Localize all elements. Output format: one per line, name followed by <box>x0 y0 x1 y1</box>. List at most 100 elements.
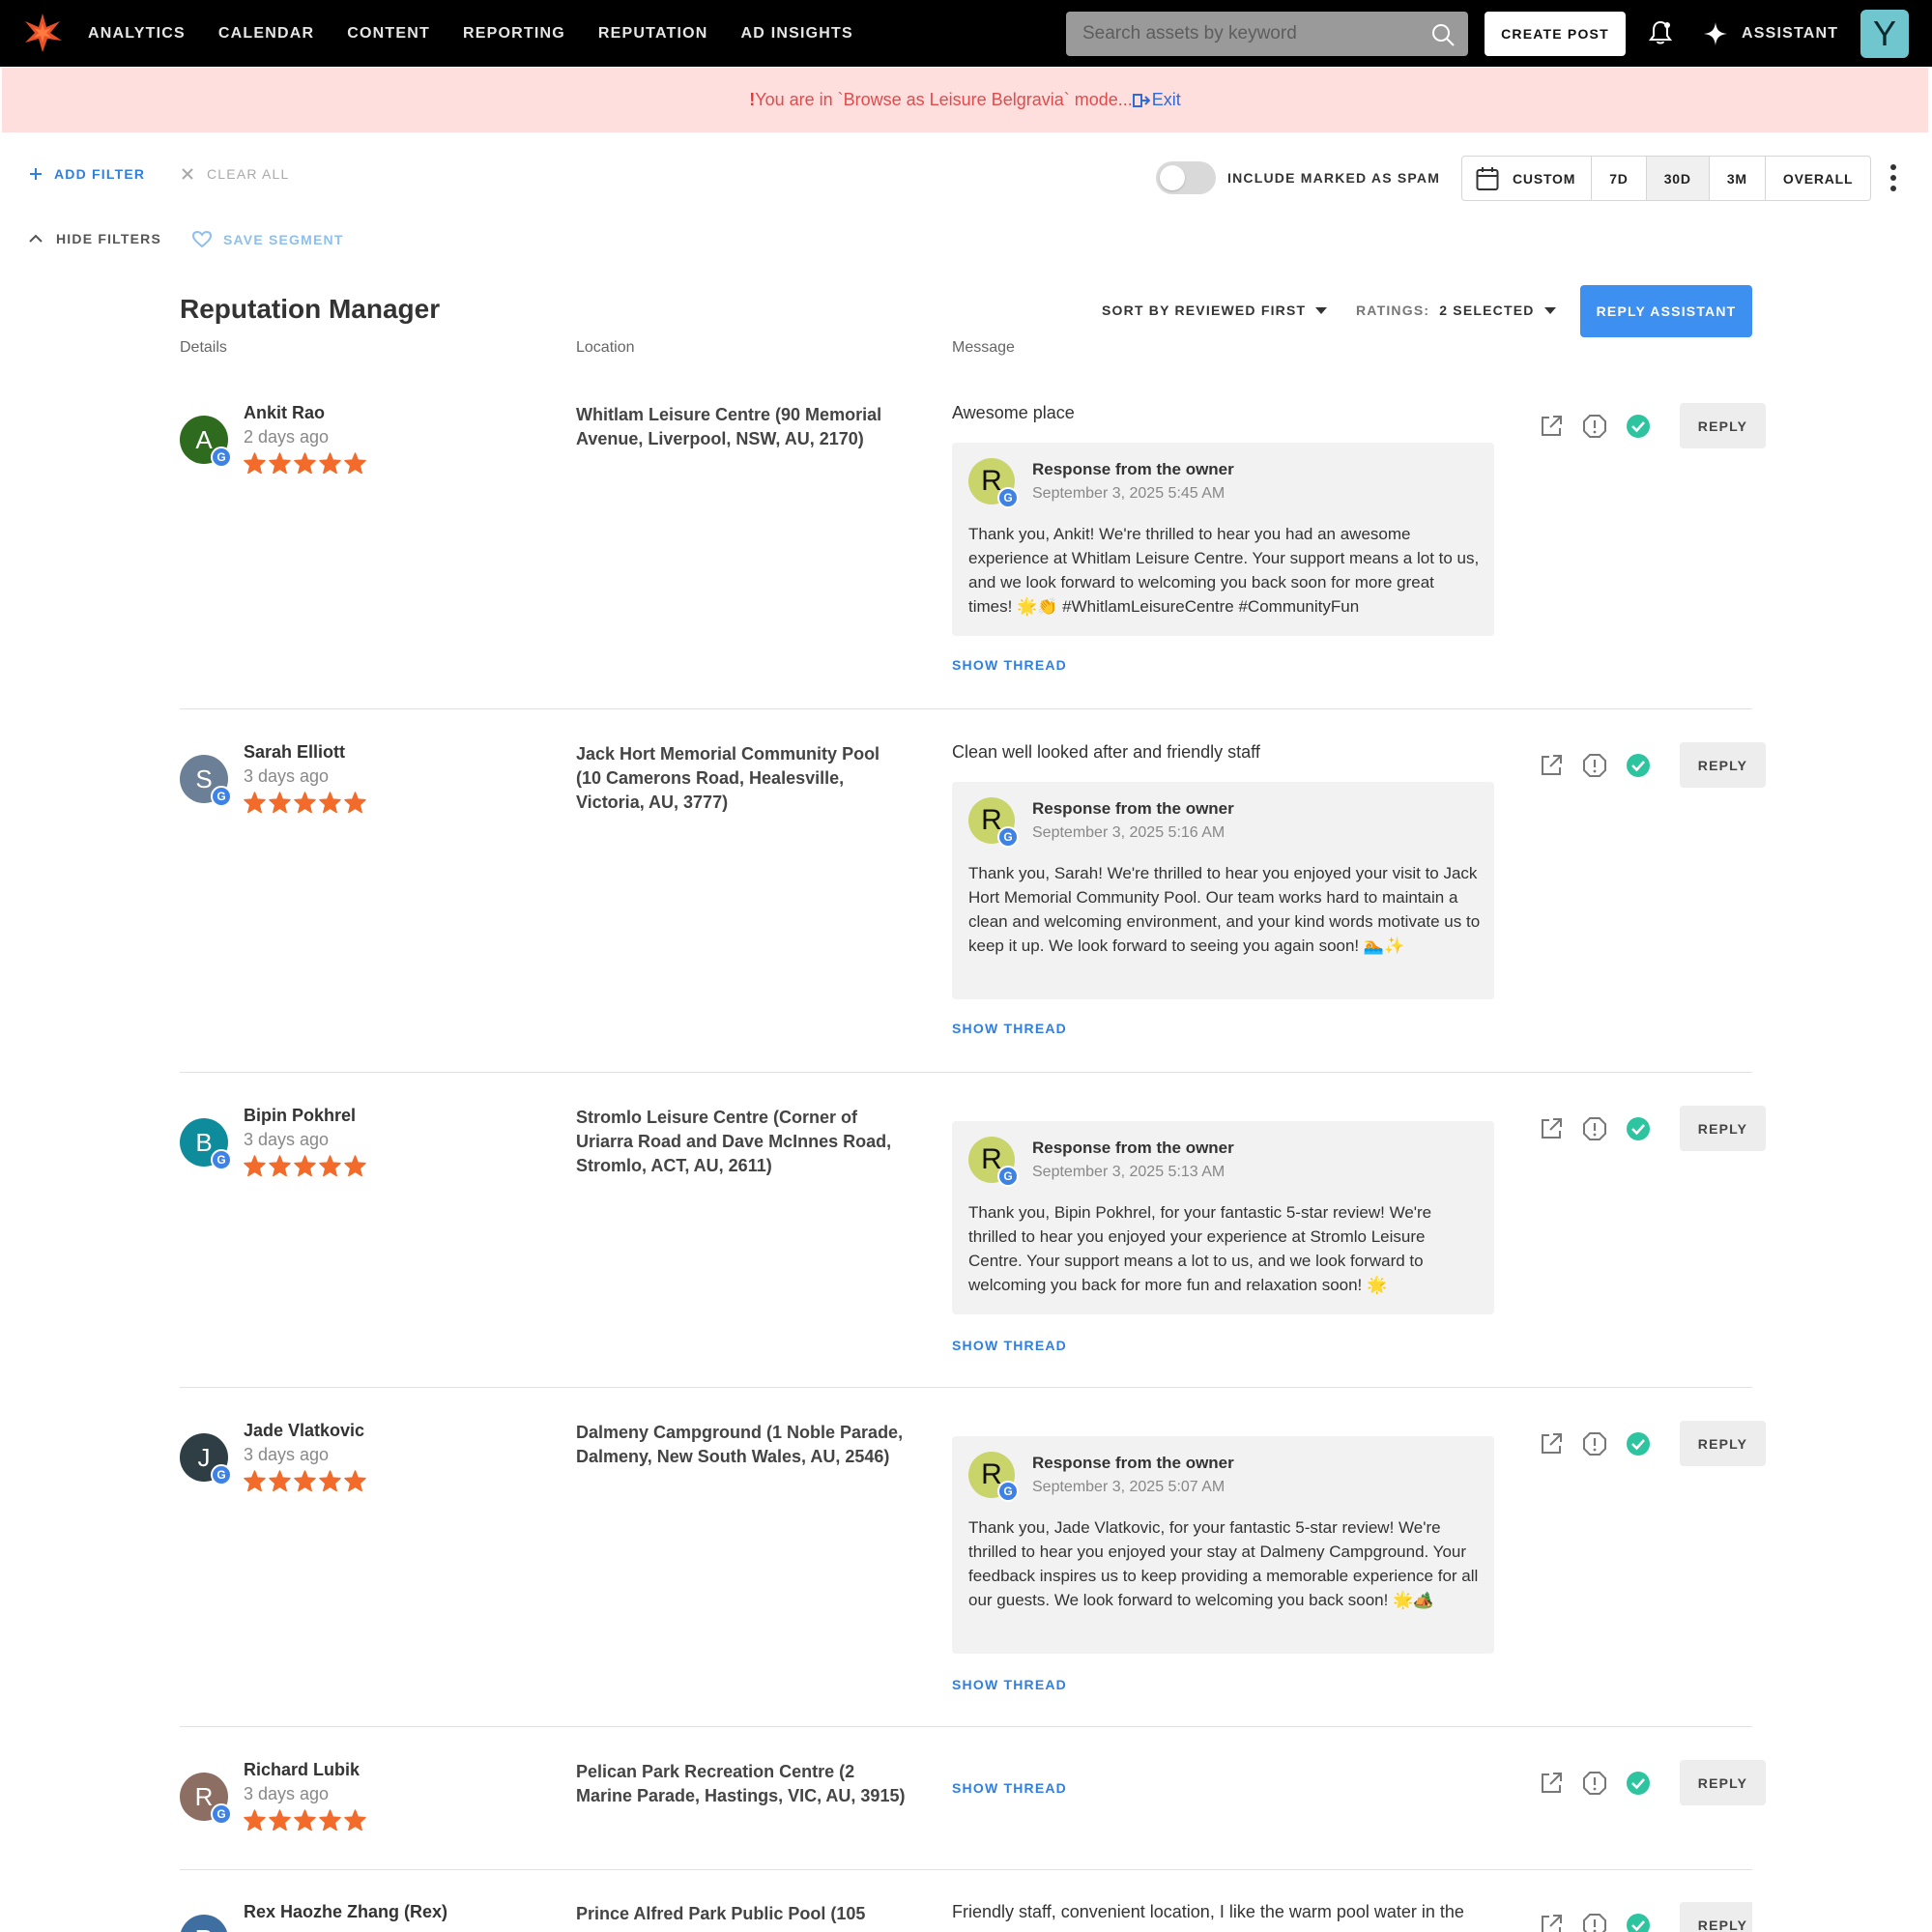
include-spam-label: INCLUDE MARKED AS SPAM <box>1227 170 1441 186</box>
nav-reporting[interactable]: REPORTING <box>463 25 565 43</box>
star-icon <box>344 1470 366 1491</box>
report-spam-icon[interactable] <box>1582 1431 1607 1456</box>
reviewer-avatar: SG <box>180 755 232 807</box>
mark-reviewed-check-icon[interactable] <box>1626 1771 1651 1796</box>
star-icon <box>294 1470 316 1491</box>
nav-ad-insights[interactable]: AD INSIGHTS <box>741 25 853 43</box>
open-external-icon[interactable] <box>1539 753 1564 778</box>
notification-bell-icon[interactable] <box>1647 19 1674 46</box>
reviewer-name: Jade Vlatkovic <box>244 1421 365 1440</box>
page-title: Reputation Manager <box>180 294 441 324</box>
reply-assistant-button[interactable]: REPLY ASSISTANT <box>1580 285 1752 337</box>
range-custom-label: CUSTOM <box>1513 170 1576 187</box>
star-icon <box>269 792 291 813</box>
google-icon: G <box>211 1149 232 1170</box>
response-text: Thank you, Ankit! We're thrilled to hear… <box>968 525 1480 616</box>
hide-filters-button[interactable]: HIDE FILTERS <box>29 231 161 246</box>
browse-as-banner: ! You are in `Browse as Leisure Belgravi… <box>2 68 1928 132</box>
clear-all-button[interactable]: CLEAR ALL <box>182 166 290 182</box>
google-icon: G <box>211 1464 232 1485</box>
show-thread-link[interactable]: SHOW THREAD <box>952 657 1067 673</box>
reply-button[interactable]: REPLY <box>1680 742 1766 788</box>
nav-calendar[interactable]: CALENDAR <box>218 25 314 43</box>
show-thread-link[interactable]: SHOW THREAD <box>952 1021 1067 1036</box>
report-spam-icon[interactable] <box>1582 1913 1607 1932</box>
star-icon <box>244 452 266 474</box>
google-icon: G <box>211 786 232 807</box>
search-input[interactable] <box>1066 12 1468 56</box>
range-custom[interactable]: CUSTOM <box>1462 157 1593 200</box>
star-icon <box>319 792 341 813</box>
exit-icon[interactable] <box>1132 93 1150 108</box>
sparkle-icon <box>1704 22 1727 45</box>
open-external-icon[interactable] <box>1539 414 1564 439</box>
star-rating <box>244 1155 366 1176</box>
row-divider <box>180 1072 1752 1073</box>
open-external-icon[interactable] <box>1539 1116 1564 1141</box>
owner-response: RG Response from the owner September 3, … <box>952 1121 1494 1314</box>
mark-reviewed-check-icon[interactable] <box>1626 1116 1651 1141</box>
open-external-icon[interactable] <box>1539 1771 1564 1796</box>
ratings-dropdown[interactable]: RATINGS: 2 SELECTED <box>1356 303 1556 318</box>
nav-content[interactable]: CONTENT <box>347 25 430 43</box>
star-icon <box>319 1470 341 1491</box>
nav-analytics[interactable]: ANALYTICS <box>88 25 186 43</box>
open-external-icon[interactable] <box>1539 1431 1564 1456</box>
row-divider <box>180 1869 1752 1870</box>
show-thread-link[interactable]: SHOW THREAD <box>952 1338 1067 1353</box>
report-spam-icon[interactable] <box>1582 414 1607 439</box>
star-icon <box>269 1155 291 1176</box>
star-icon <box>344 1809 366 1831</box>
sort-dropdown[interactable]: SORT BY REVIEWED FIRST <box>1102 303 1328 318</box>
include-spam-toggle[interactable] <box>1156 161 1216 194</box>
report-spam-icon[interactable] <box>1582 1771 1607 1796</box>
star-rating <box>244 1809 366 1831</box>
reply-button[interactable]: REPLY <box>1680 1760 1766 1805</box>
open-external-icon[interactable] <box>1539 1913 1564 1932</box>
sort-label: SORT BY REVIEWED FIRST <box>1102 303 1307 318</box>
hide-filters-label: HIDE FILTERS <box>56 231 162 246</box>
star-rating <box>244 792 366 813</box>
add-filter-button[interactable]: ADD FILTER <box>29 166 145 182</box>
more-options-icon[interactable] <box>1888 162 1899 193</box>
search-icon[interactable] <box>1430 22 1456 47</box>
reply-button[interactable]: REPLY <box>1680 403 1766 448</box>
range-30d[interactable]: 30D <box>1646 157 1710 200</box>
review-row: BG Bipin Pokhrel 3 days ago Stromlo Leis… <box>180 1106 1766 1388</box>
mark-reviewed-check-icon[interactable] <box>1626 1913 1651 1932</box>
range-3m[interactable]: 3M <box>1710 157 1766 200</box>
column-header-details: Details <box>180 339 227 356</box>
brand-logo-icon[interactable] <box>21 12 64 54</box>
show-thread-link[interactable]: SHOW THREAD <box>952 1677 1067 1692</box>
exit-link[interactable]: Exit <box>1152 90 1181 110</box>
column-header-message: Message <box>952 339 1015 356</box>
assistant-button[interactable]: ASSISTANT <box>1703 14 1838 54</box>
show-thread-link[interactable]: SHOW THREAD <box>952 1780 1067 1796</box>
user-avatar[interactable]: Y <box>1860 10 1909 58</box>
report-spam-icon[interactable] <box>1582 1116 1607 1141</box>
caret-down-icon <box>1315 306 1328 314</box>
caret-down-icon <box>1543 306 1556 314</box>
create-post-button[interactable]: CREATE POST <box>1485 12 1626 56</box>
mark-reviewed-check-icon[interactable] <box>1626 1431 1651 1456</box>
google-icon: G <box>211 447 232 468</box>
star-icon <box>319 1155 341 1176</box>
mark-reviewed-check-icon[interactable] <box>1626 753 1651 778</box>
reply-button[interactable]: REPLY <box>1680 1902 1752 1932</box>
report-spam-icon[interactable] <box>1582 753 1607 778</box>
ratings-value: 2 SELECTED <box>1439 303 1535 318</box>
star-icon <box>269 1809 291 1831</box>
reviewer-avatar: BG <box>180 1118 232 1170</box>
range-overall[interactable]: OVERALL <box>1766 157 1871 200</box>
nav-reputation[interactable]: REPUTATION <box>598 25 708 43</box>
range-7d[interactable]: 7D <box>1592 157 1647 200</box>
reply-button[interactable]: REPLY <box>1680 1106 1766 1151</box>
reviewer-name: Rex Haozhe Zhang (Rex) <box>244 1902 448 1921</box>
mark-reviewed-check-icon[interactable] <box>1626 414 1651 439</box>
save-segment-button[interactable]: SAVE SEGMENT <box>192 231 344 248</box>
review-location: Whitlam Leisure Centre (90 Memorial Aven… <box>576 405 882 448</box>
chevron-up-icon <box>29 234 43 243</box>
owner-avatar: RG <box>968 1452 1019 1502</box>
reply-button[interactable]: REPLY <box>1680 1421 1766 1466</box>
star-icon <box>244 1155 266 1176</box>
